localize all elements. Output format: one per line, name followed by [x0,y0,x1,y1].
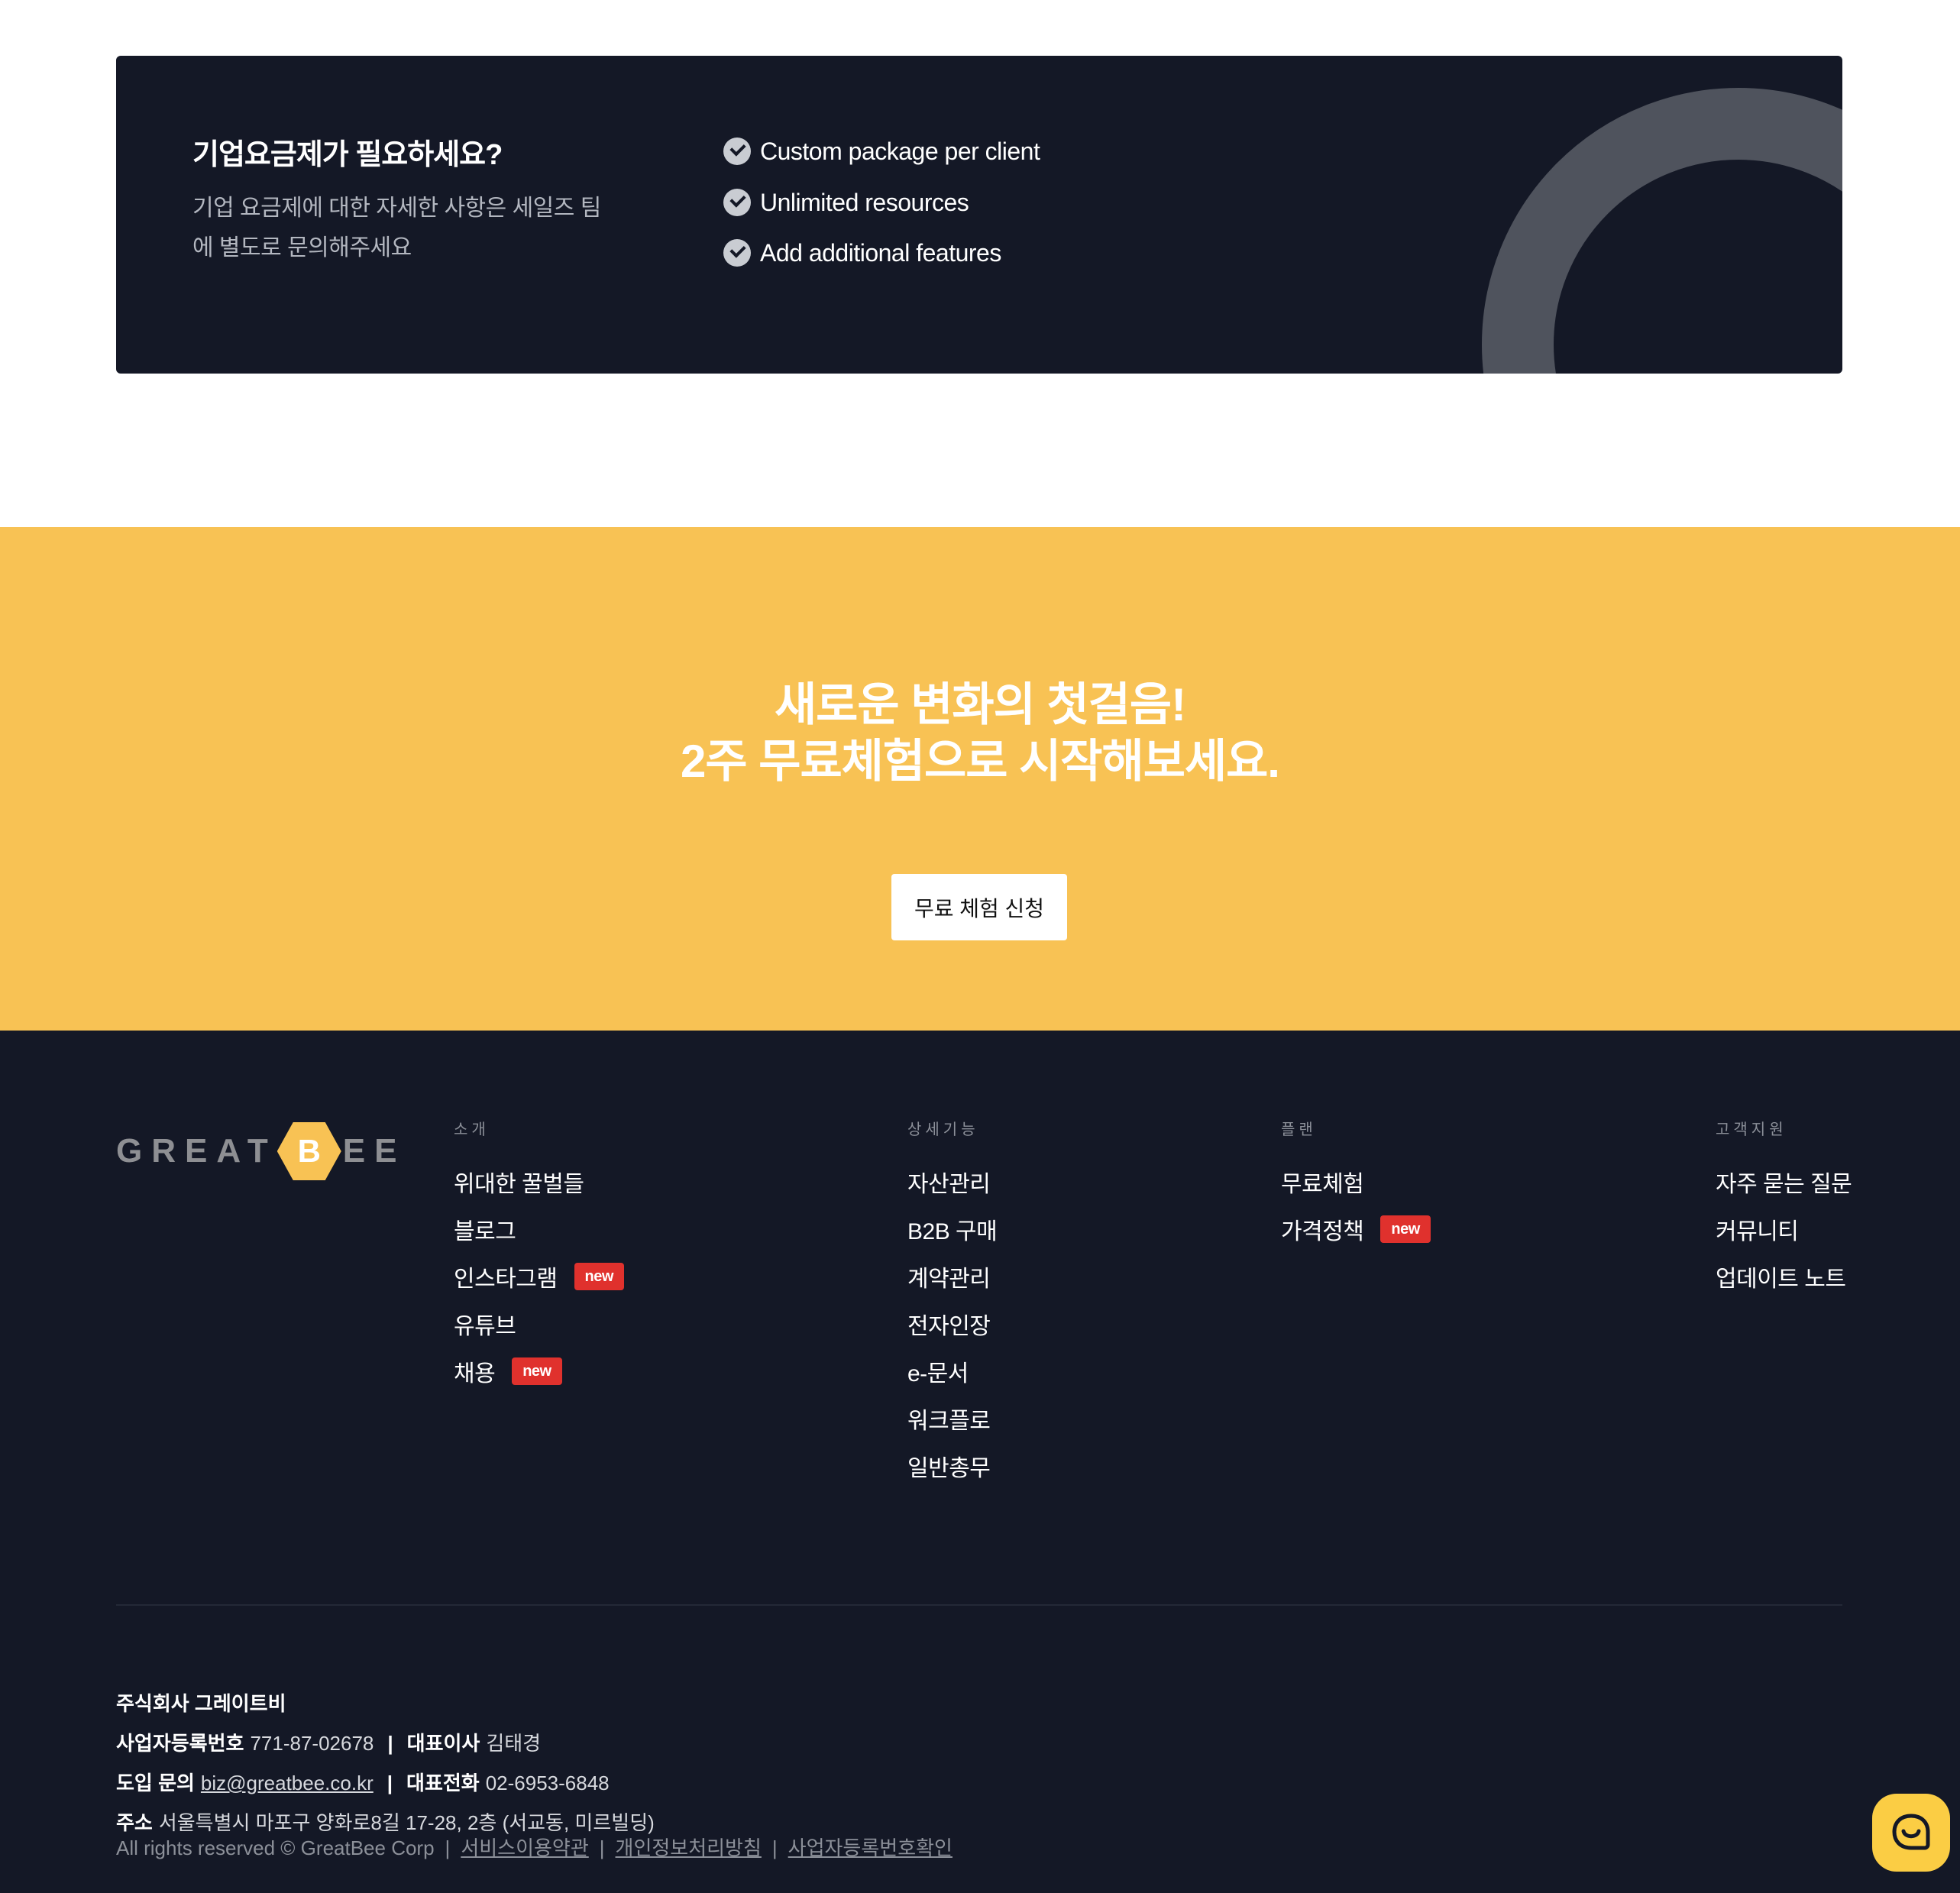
greatbee-logo[interactable]: GREAT B EE [116,1122,406,1180]
footer-link-label: 블로그 [454,1219,516,1244]
footer-link-label: 무료체험 [1281,1172,1364,1197]
separator: | [771,1836,778,1859]
new-badge: new [574,1263,624,1290]
column-heading: 상세기능 [907,1121,979,1138]
footer-link[interactable]: 가격정책 new [1281,1205,1431,1253]
footer-link[interactable]: B2B 구매 [907,1205,998,1253]
info-row-registration: 사업자등록번호 771-87-02678 | 대표이사 김태경 [116,1723,655,1763]
footer-link-label: e-문서 [907,1361,969,1387]
footer-link[interactable]: 유튜브 [454,1300,624,1348]
column-heading: 고객지원 [1716,1121,1787,1138]
separator: | [387,1772,393,1794]
feature-item: Add additional features [723,236,1001,270]
footer-link[interactable]: 위대한 꿀벌들 [454,1158,624,1205]
address-label: 주소 [116,1811,153,1834]
chat-bubble-icon [1892,1814,1930,1850]
inquiry-label: 도입 문의 [116,1772,195,1794]
ceo-value: 김태경 [486,1732,542,1755]
footer-link-label: 커뮤니티 [1716,1219,1799,1244]
cta-title: 새로운 변화의 첫걸음! 2주 무료체험으로 시작해보세요. [0,677,1960,790]
feature-label: Unlimited resources [760,188,969,216]
footer-link-label: 일반총무 [907,1456,991,1481]
logo-text-right: EE [342,1132,406,1170]
business-verify-link[interactable]: 사업자등록번호확인 [788,1836,953,1859]
reg-label: 사업자등록번호 [116,1732,244,1755]
footer-link[interactable]: 전자인장 [907,1300,997,1348]
footer-column-intro: 소개 위대한 꿀벌들 블로그 인스타그램 new 유튜브 채용 new [454,1117,624,1395]
footer-link[interactable]: 일반총무 [907,1442,997,1490]
privacy-link[interactable]: 개인정보처리방침 [616,1836,762,1859]
footer-column-features: 상세기능 자산관리 B2B 구매 계약관리 전자인장 e-문서 워크플로 일반총… [907,1117,998,1490]
footer-column-support: 고객지원 자주 묻는 질문 커뮤니티 업데이트 노트 [1716,1117,1852,1300]
footer-link-label: 채용 [454,1361,496,1387]
check-circle-icon [723,189,751,216]
footer-column-plans: 플랜 무료체험 가격정책 new [1281,1117,1431,1253]
logo-hexagon: B [277,1122,341,1180]
footer-link-label: 업데이트 노트 [1716,1267,1846,1292]
inquiry-email-link[interactable]: biz@greatbee.co.kr [201,1772,374,1794]
decorative-ring [1482,88,1842,374]
footer-link-label: 자주 묻는 질문 [1716,1172,1852,1197]
footer-link-label: 자산관리 [907,1172,991,1197]
company-info: 주식회사 그레이트비 사업자등록번호 771-87-02678 | 대표이사 김태경 도… [116,1684,655,1843]
feature-item: Unlimited resources [723,186,969,219]
cta-title-line1: 새로운 변화의 첫걸음! [774,679,1186,730]
new-badge: new [1380,1215,1431,1243]
feature-item: Custom package per client [723,134,1040,168]
footer-link-label: 전자인장 [907,1314,991,1339]
reg-value: 771-87-02678 [250,1732,374,1755]
logo-mark: B [297,1133,321,1169]
free-trial-button[interactable]: 무료 체험 신청 [891,874,1067,940]
ceo-label: 대표이사 [406,1732,480,1755]
address-value: 서울특별시 마포구 양화로8길 17-28, 2층 (서교동, 미르빌딩) [158,1811,655,1834]
column-heading: 소개 [454,1121,490,1138]
phone-value: 02-6953-6848 [485,1772,610,1794]
footer-link[interactable]: 채용 new [454,1348,624,1395]
footer-link-label: 위대한 꿀벌들 [454,1172,584,1197]
feature-label: Custom package per client [760,137,1040,165]
check-circle-icon [723,239,751,267]
info-row-contact: 도입 문의 biz@greatbee.co.kr | 대표전화 02-6953-6848 [116,1763,655,1803]
footer-link-label: 계약관리 [907,1267,991,1292]
footer-link-label: 인스타그램 [454,1267,558,1292]
enterprise-title: 기업요금제가 필요하세요? [192,139,503,171]
footer-link-label: 가격정책 [1281,1219,1364,1244]
footer-link[interactable]: 자주 묻는 질문 [1716,1158,1852,1205]
separator: | [387,1732,393,1755]
footer-link[interactable]: 워크플로 [907,1395,997,1442]
separator: | [599,1836,605,1859]
footer-link[interactable]: 계약관리 [907,1253,997,1300]
footer-link[interactable]: 블로그 [454,1205,624,1253]
cta-title-line2: 2주 무료체험으로 시작해보세요. [681,736,1280,787]
enterprise-description: 기업 요금제에 대한 자세한 사항은 세일즈 팀에 별도로 문의해주세요 [192,196,601,260]
feature-label: Add additional features [760,238,1001,267]
new-badge: new [512,1357,562,1385]
footer-link[interactable]: 무료체험 [1281,1158,1431,1205]
footer-divider [116,1604,1842,1606]
separator: | [445,1836,451,1859]
footer-link-label: 워크플로 [907,1409,991,1434]
column-heading: 플랜 [1281,1121,1317,1138]
footer-link-label: B2B 구매 [907,1219,998,1244]
footer-link[interactable]: 인스타그램 new [454,1253,624,1300]
chat-button[interactable] [1872,1794,1950,1872]
check-circle-icon [723,138,751,165]
footer-link[interactable]: 커뮤니티 [1716,1205,1852,1253]
footer-link-label: 유튜브 [454,1314,516,1339]
footer-link[interactable]: e-문서 [907,1348,997,1395]
company-name: 주식회사 그레이트비 [116,1692,286,1715]
phone-label: 대표전화 [406,1772,480,1794]
enterprise-banner: 기업요금제가 필요하세요? 기업 요금제에 대한 자세한 사항은 세일즈 팀에 … [116,56,1842,374]
footer-link[interactable]: 업데이트 노트 [1716,1253,1852,1300]
copyright-bar: All rights reserved © GreatBee Corp | 서비스이… [116,1833,953,1861]
cta-section: 새로운 변화의 첫걸음! 2주 무료체험으로 시작해보세요. 무료 체험 신청 [0,527,1960,1031]
logo-text-left: GREAT [116,1132,277,1170]
footer: GREAT B EE 소개 위대한 꿀벌들 블로그 인스타그램 new 유튜브 채… [0,1031,1960,1893]
terms-link[interactable]: 서비스이용약관 [461,1836,588,1859]
footer-link[interactable]: 자산관리 [907,1158,997,1205]
copyright-text: All rights reserved © GreatBee Corp [116,1836,435,1859]
